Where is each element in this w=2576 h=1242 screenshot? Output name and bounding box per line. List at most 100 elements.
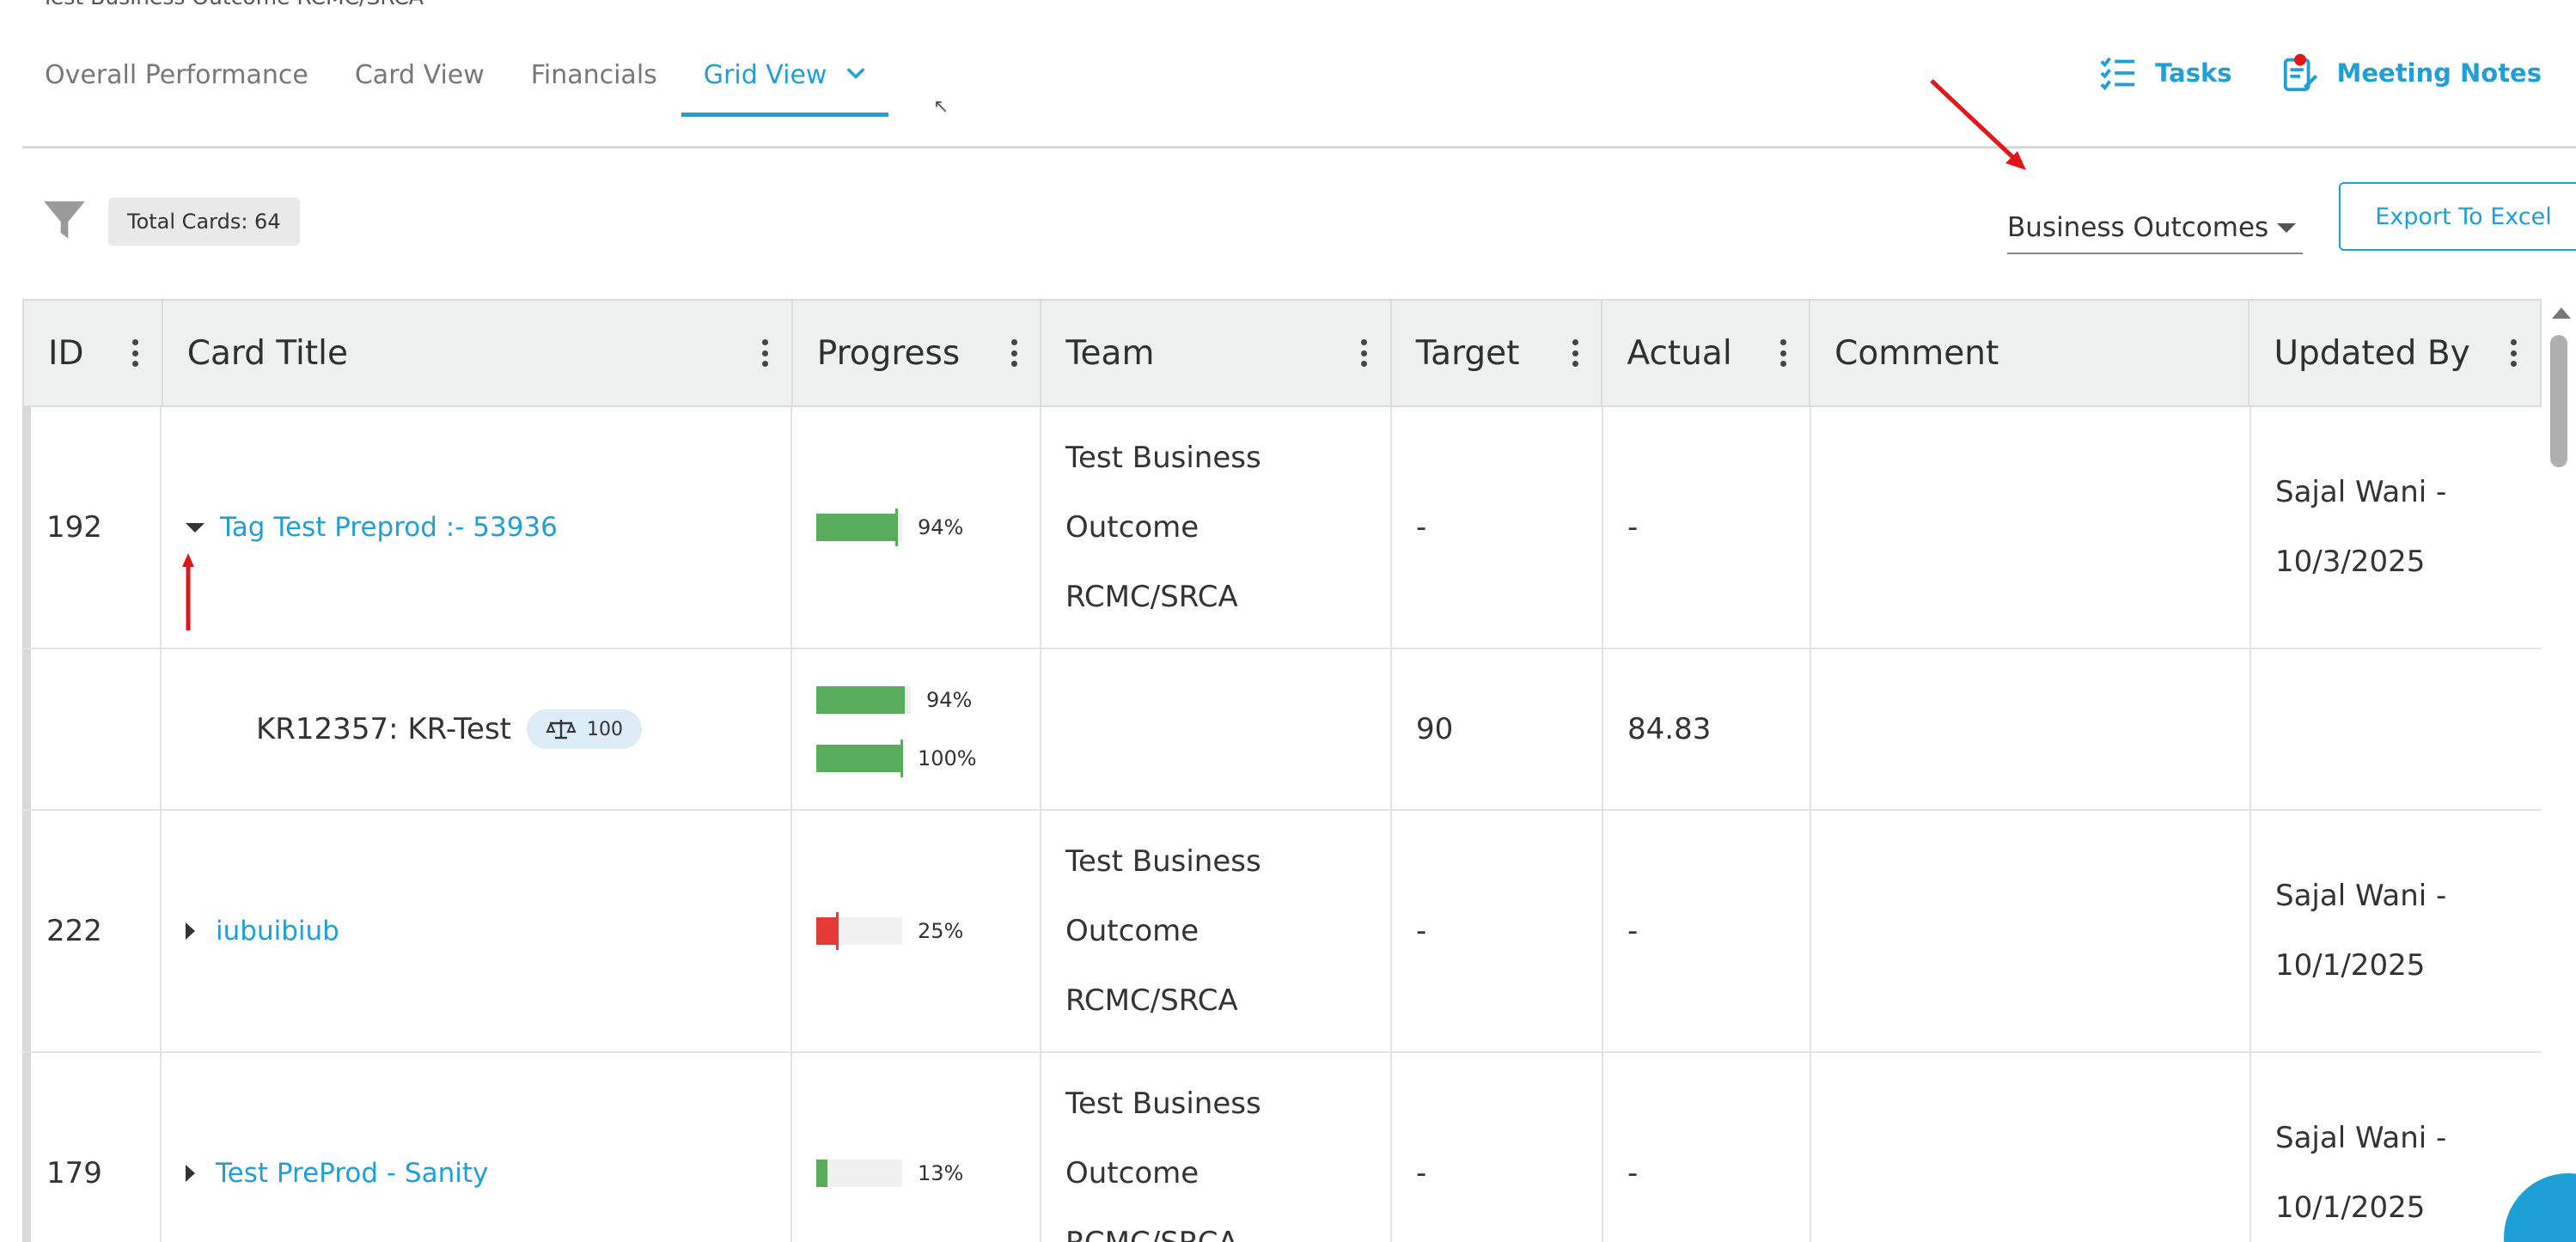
cell-updated-by: Sajal Wani - 10/1/2025 [2251, 811, 2542, 1051]
column-header-label: ID [48, 333, 84, 373]
team-line: Test Business [1065, 440, 1261, 475]
column-menu-icon[interactable] [132, 339, 139, 367]
tasks-label: Tasks [2155, 58, 2232, 88]
total-cards-badge: Total Cards: 64 [108, 198, 300, 246]
cell-id: 192 [22, 407, 162, 648]
cell-team [1041, 649, 1392, 809]
child-table-row: KR12357: KR-Test 100 94% 100% 90 84.83 [22, 649, 2542, 811]
team-line: Test Business [1065, 843, 1261, 879]
collapse-row-icon[interactable] [186, 522, 204, 533]
vertical-scrollbar-thumb[interactable] [2550, 335, 2567, 467]
top-actions: Tasks Meeting Notes [2098, 53, 2542, 93]
tasks-button[interactable]: Tasks [2098, 53, 2232, 93]
cell-actual: 84.83 [1603, 649, 1811, 809]
column-menu-icon[interactable] [1572, 339, 1578, 367]
updated-by-date: 10/3/2025 [2275, 545, 2426, 579]
progress-label: 13% [918, 1161, 964, 1185]
column-header-card-title[interactable]: Card Title [163, 301, 793, 405]
scale-icon [546, 720, 577, 740]
cell-team: Test Business Outcome RCMC/SRCA [1041, 1053, 1392, 1242]
cell-progress: 13% [792, 1053, 1041, 1242]
cell-actual: - [1603, 1053, 1811, 1242]
column-header-team[interactable]: Team [1041, 301, 1392, 405]
grid-toolbar: Total Cards: 64 [41, 198, 300, 246]
column-header-label: Team [1065, 333, 1155, 373]
expand-row-icon[interactable] [186, 922, 195, 940]
cell-progress: 25% [792, 811, 1041, 1051]
team-line: RCMC/SRCA [1065, 1209, 1261, 1242]
weight-value: 100 [587, 718, 623, 740]
view-tabs: Overall Performance Card View Financials… [22, 43, 889, 117]
column-header-id[interactable]: ID [24, 301, 163, 405]
cell-comment [1811, 811, 2251, 1051]
filter-icon[interactable] [41, 198, 88, 246]
annotation-arrow-icon [1930, 79, 2026, 170]
grid-header-row: ID Card Title Progress Team Target Actua… [22, 299, 2542, 407]
cell-id: 179 [22, 1053, 162, 1242]
expand-row-icon[interactable] [186, 1165, 195, 1182]
tab-grid-view-label: Grid View [703, 60, 827, 90]
tab-financials[interactable]: Financials [509, 43, 681, 117]
weight-badge: 100 [527, 709, 642, 749]
column-menu-icon[interactable] [1010, 339, 1017, 367]
cell-target: - [1392, 407, 1603, 648]
updated-by-date: 10/1/2025 [2275, 1190, 2426, 1225]
tab-grid-view[interactable]: Grid View [681, 43, 889, 117]
column-header-progress[interactable]: Progress [793, 301, 1042, 405]
cell-card-title: Test PreProd - Sanity [162, 1053, 792, 1242]
cell-comment [1811, 407, 2251, 648]
chevron-down-icon[interactable] [844, 62, 868, 86]
cell-updated-by: Sajal Wani - 10/3/2025 [2251, 407, 2542, 648]
team-line: Outcome [1065, 509, 1199, 545]
meeting-notes-button[interactable]: Meeting Notes [2280, 53, 2542, 93]
cell-id: 222 [22, 811, 162, 1051]
team-line: RCMC/SRCA [1065, 579, 1238, 614]
tab-card-view[interactable]: Card View [333, 43, 509, 117]
table-row[interactable]: 222 iubuibiub 25% Test Business Outcome … [22, 811, 2542, 1053]
cell-card-title: iubuibiub [162, 811, 792, 1051]
group-by-dropdown[interactable]: Business Outcomes [2007, 203, 2303, 254]
cell-progress: 94% [792, 407, 1041, 648]
export-to-excel-button[interactable]: Export To Excel [2339, 182, 2576, 251]
column-menu-icon[interactable] [1779, 339, 1786, 367]
column-header-actual[interactable]: Actual [1602, 301, 1811, 405]
column-header-label: Card Title [186, 333, 349, 373]
column-header-target[interactable]: Target [1392, 301, 1603, 405]
table-row[interactable]: 192 Tag Test Preprod :- 53936 94% Test B… [22, 407, 2542, 649]
cards-grid: ID Card Title Progress Team Target Actua… [22, 299, 2542, 1242]
meeting-notes-label: Meeting Notes [2336, 58, 2542, 88]
column-header-label: Target [1415, 333, 1520, 373]
caret-down-icon [2277, 222, 2296, 233]
column-header-label: Progress [816, 333, 961, 373]
column-menu-icon[interactable] [1361, 339, 1368, 367]
team-line: Outcome [1065, 1155, 1199, 1190]
column-menu-icon[interactable] [2511, 339, 2518, 367]
tab-overall-performance[interactable]: Overall Performance [22, 43, 333, 117]
table-row[interactable]: 179 Test PreProd - Sanity 13% Test Busin… [22, 1053, 2542, 1242]
column-header-label: Actual [1627, 333, 1732, 373]
progress-label: 94% [926, 688, 973, 712]
progress-bar [816, 912, 902, 950]
cell-id [22, 649, 162, 809]
cell-progress: 94% 100% [792, 649, 1041, 809]
progress-label: 25% [918, 919, 964, 943]
column-header-label: Updated By [2274, 333, 2470, 373]
mouse-cursor-icon: ↖ [933, 96, 949, 118]
cell-comment [1811, 1053, 2251, 1242]
meeting-notes-icon [2283, 53, 2317, 92]
cell-card-title: Tag Test Preprod :- 53936 [162, 407, 792, 648]
column-header-updated-by[interactable]: Updated By [2249, 301, 2540, 405]
card-title-link[interactable]: iubuibiub [216, 916, 339, 947]
progress-bar [816, 686, 911, 714]
updated-by-date: 10/1/2025 [2275, 948, 2426, 983]
column-header-comment[interactable]: Comment [1810, 301, 2250, 405]
scroll-up-arrow[interactable] [2552, 307, 2571, 319]
card-title-link[interactable]: Tag Test Preprod :- 53936 [220, 512, 558, 543]
column-menu-icon[interactable] [762, 339, 769, 367]
cell-updated-by: Sajal Wani - 10/1/2025 [2251, 1053, 2542, 1242]
cell-team: Test Business Outcome RCMC/SRCA [1041, 407, 1392, 648]
column-header-label: Comment [1834, 333, 1999, 373]
updated-by-name: Sajal Wani - [2275, 879, 2447, 913]
tasks-list-icon [2100, 57, 2135, 91]
card-title-link[interactable]: Test PreProd - Sanity [216, 1158, 488, 1189]
